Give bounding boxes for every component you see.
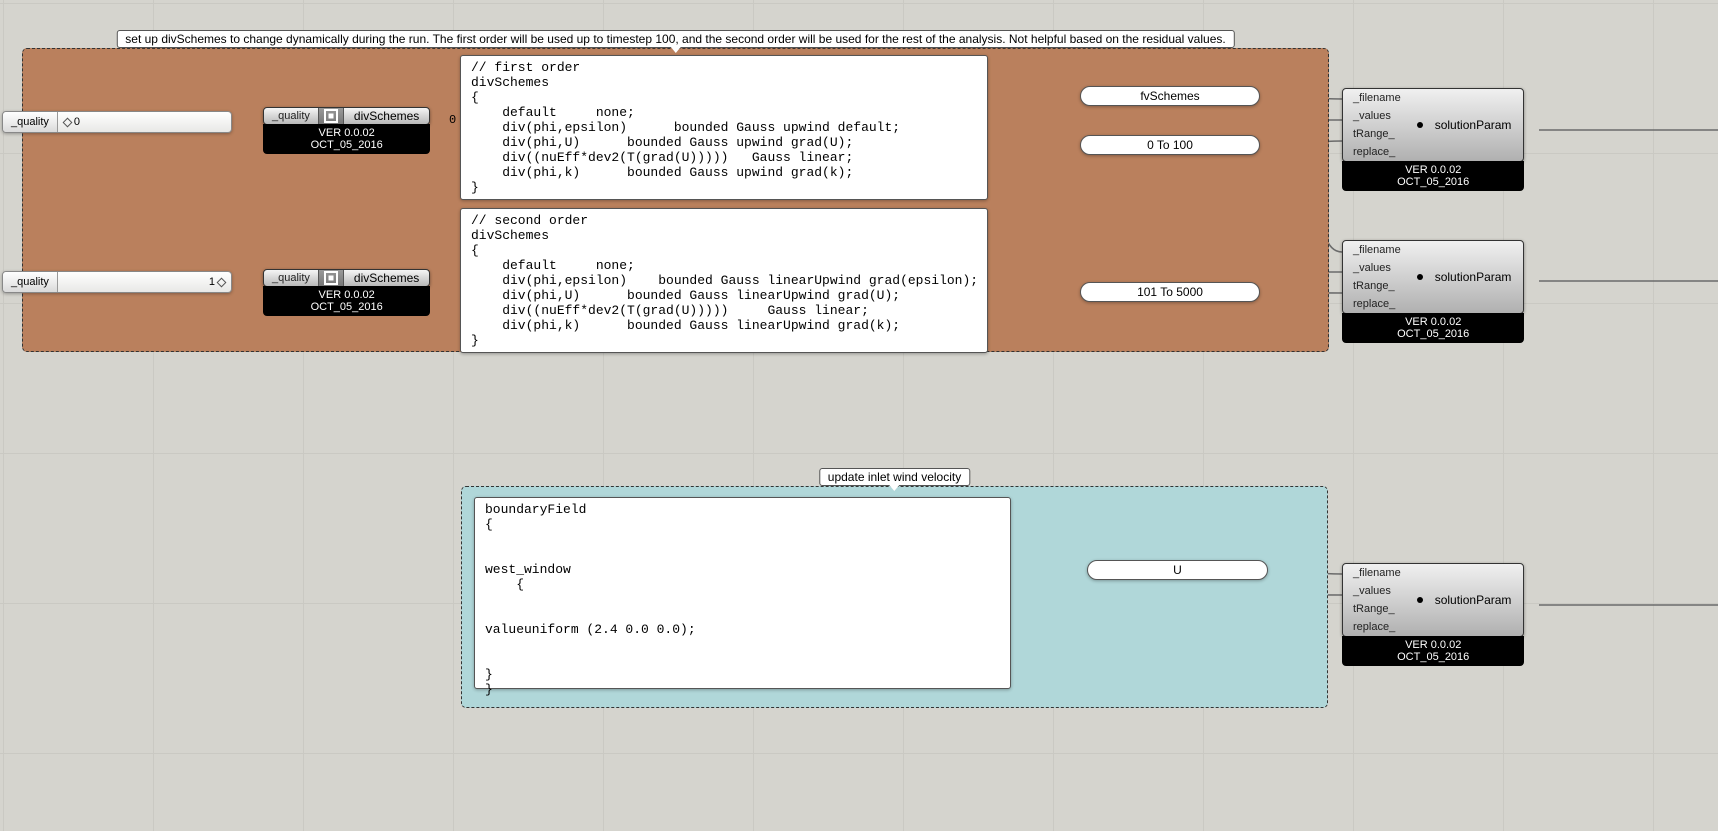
input-filename[interactable]: _filename: [1343, 241, 1411, 259]
panel-u[interactable]: U: [1087, 560, 1268, 580]
panel-range-1[interactable]: 0 To 100: [1080, 135, 1260, 155]
output-divschemes[interactable]: divSchemes: [344, 108, 429, 124]
group-label: update inlet wind velocity: [819, 468, 970, 486]
input-replace[interactable]: replace_: [1343, 143, 1411, 161]
component-dot-icon: [1417, 597, 1423, 603]
text-panel-second-order[interactable]: // second order divSchemes { default non…: [460, 208, 988, 353]
text-panel-first-order[interactable]: // first order divSchemes { default none…: [460, 55, 988, 200]
output-solutionparam[interactable]: solutionParam: [1429, 564, 1524, 636]
input-replace[interactable]: replace_: [1343, 618, 1411, 636]
slider-track[interactable]: 0: [58, 112, 231, 132]
slider-quality-1[interactable]: _quality 0: [2, 111, 232, 133]
input-filename[interactable]: _filename: [1343, 564, 1411, 582]
slider-track[interactable]: 1: [58, 272, 231, 292]
panel-index: 0: [449, 113, 456, 127]
slider-quality-2[interactable]: _quality 1: [2, 271, 232, 293]
input-trange[interactable]: tRange_: [1343, 277, 1411, 295]
version-footer: VER 0.0.02OCT_05_2016: [1342, 161, 1524, 191]
solution-param-node-1[interactable]: _filename _values tRange_ replace_ solut…: [1342, 88, 1524, 191]
solution-param-node-3[interactable]: _filename _values tRange_ replace_ solut…: [1342, 563, 1524, 666]
slider-handle-icon: [217, 277, 227, 287]
panel-fvschemes[interactable]: fvSchemes: [1080, 86, 1260, 106]
output-solutionparam[interactable]: solutionParam: [1429, 89, 1524, 161]
output-solutionparam[interactable]: solutionParam: [1429, 241, 1524, 313]
version-footer: VER 0.0.02OCT_05_2016: [1342, 313, 1524, 343]
slider-handle-icon: [62, 117, 72, 127]
slider-label: _quality: [3, 112, 58, 132]
output-divschemes[interactable]: divSchemes: [344, 270, 429, 286]
input-trange[interactable]: tRange_: [1343, 600, 1411, 618]
text-panel-boundary[interactable]: boundaryField { west_window { valueunifo…: [474, 497, 1011, 689]
input-filename[interactable]: _filename: [1343, 89, 1411, 107]
input-quality[interactable]: _quality: [264, 270, 318, 286]
slider-value: 1: [209, 276, 215, 288]
divschemes-node-2[interactable]: _quality divSchemes VER 0.0.02OCT_05_201…: [263, 269, 430, 316]
input-values[interactable]: _values: [1343, 107, 1411, 125]
solution-param-node-2[interactable]: _filename _values tRange_ replace_ solut…: [1342, 240, 1524, 343]
panel-range-2[interactable]: 101 To 5000: [1080, 282, 1260, 302]
component-icon: [318, 270, 344, 286]
component-dot-icon: [1417, 274, 1423, 280]
input-trange[interactable]: tRange_: [1343, 125, 1411, 143]
component-dot-icon: [1417, 122, 1423, 128]
version-footer: VER 0.0.02OCT_05_2016: [1342, 636, 1524, 666]
group-label: set up divSchemes to change dynamically …: [116, 30, 1234, 48]
input-replace[interactable]: replace_: [1343, 295, 1411, 313]
input-values[interactable]: _values: [1343, 259, 1411, 277]
input-quality[interactable]: _quality: [264, 108, 318, 124]
divschemes-node-1[interactable]: _quality divSchemes VER 0.0.02OCT_05_201…: [263, 107, 430, 154]
component-icon: [318, 108, 344, 124]
slider-value: 0: [74, 116, 80, 128]
version-footer: VER 0.0.02OCT_05_2016: [263, 286, 430, 316]
version-footer: VER 0.0.02OCT_05_2016: [263, 124, 430, 154]
slider-label: _quality: [3, 272, 58, 292]
input-values[interactable]: _values: [1343, 582, 1411, 600]
